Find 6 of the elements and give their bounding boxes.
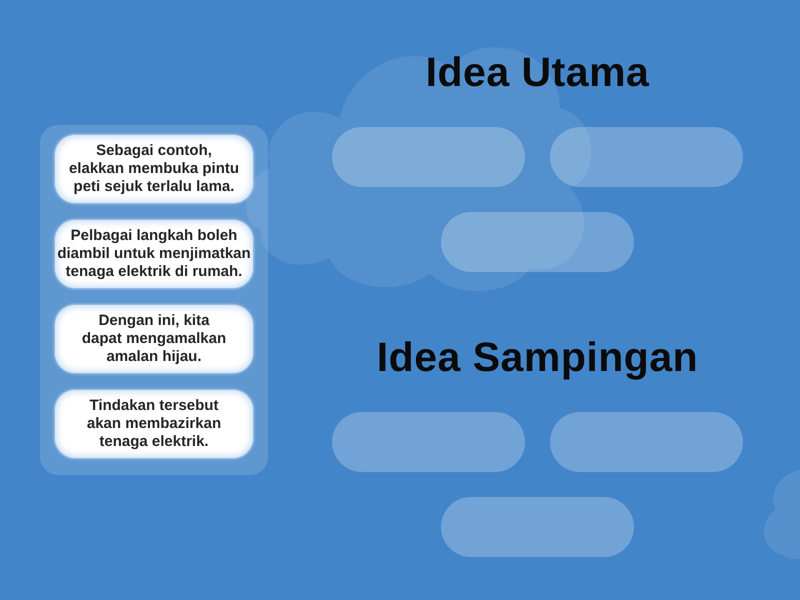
group-heading: Idea Utama	[426, 48, 650, 96]
answer-card[interactable]: Sebagai contoh, elakkan membuka pintu peti sejuk terlalu lama.	[55, 135, 253, 203]
group-heading: Idea Sampingan	[376, 333, 698, 381]
answer-card[interactable]: Dengan ini, kita dapat mengamalkan amalan hijau.	[55, 305, 253, 373]
answer-card[interactable]: Tindakan tersebut akan membazirkan tenaga elektrik.	[55, 390, 253, 458]
answer-card[interactable]: Pelbagai langkah boleh diambil untuk menjimatkan tenaga elektrik di rumah.	[55, 220, 253, 288]
